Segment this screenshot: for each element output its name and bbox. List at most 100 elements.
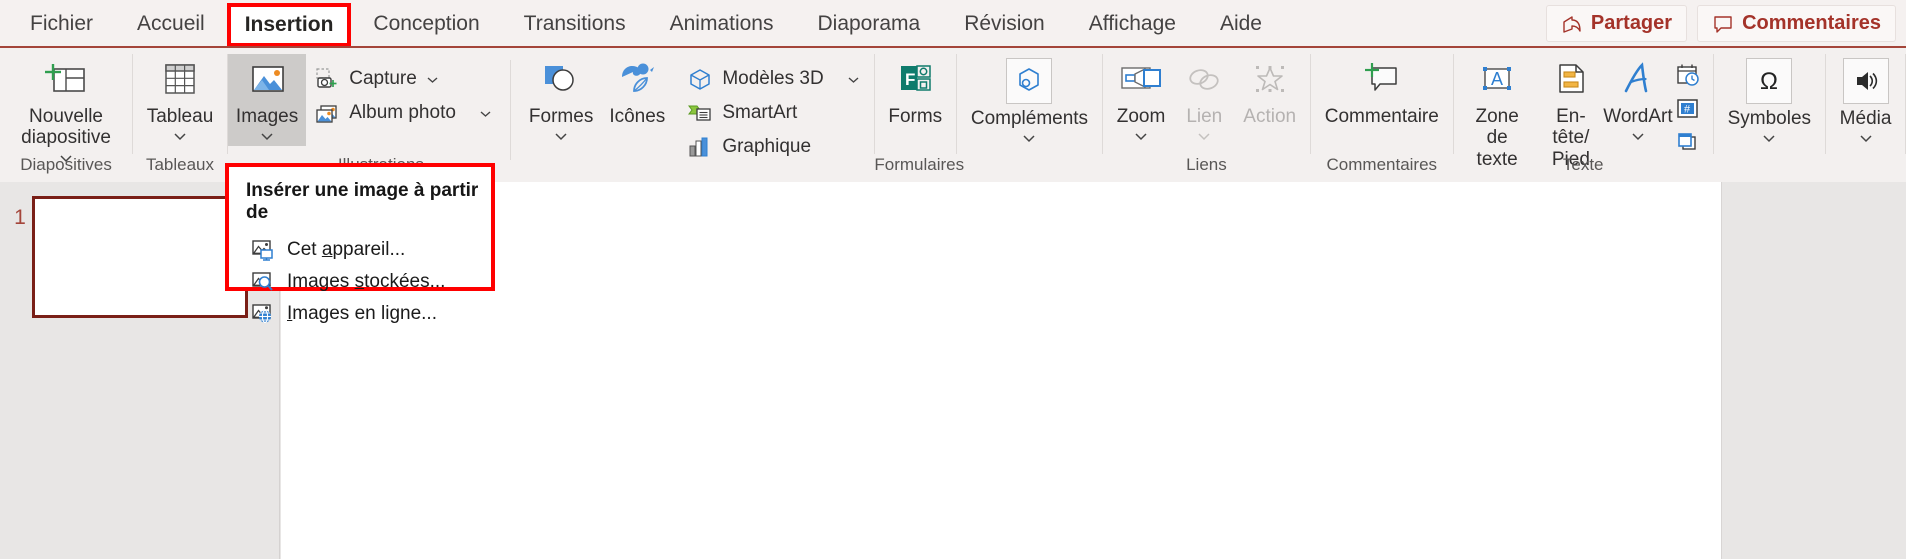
- svg-text:F: F: [905, 70, 915, 89]
- photo-album-label: Album photo: [349, 102, 456, 123]
- picture-online-icon: [251, 303, 275, 325]
- tab-insertion[interactable]: Insertion: [226, 3, 352, 47]
- group-label-commentaires: Commentaires: [1326, 155, 1438, 174]
- new-comment-label: Commentaire: [1324, 106, 1439, 127]
- menu-item-cet-appareil[interactable]: Cet appareil...: [229, 234, 491, 266]
- screenshot-label: Capture: [349, 68, 417, 89]
- comments-button[interactable]: Commentaires: [1697, 5, 1896, 42]
- slide-thumbnail-item[interactable]: 1: [8, 196, 248, 318]
- new-slide-icon: [44, 58, 88, 102]
- icons-button[interactable]: Icônes: [601, 54, 673, 127]
- 3d-model-button[interactable]: Modèles 3D: [679, 62, 867, 96]
- new-slide-button[interactable]: Nouvelle diapositive: [6, 54, 126, 168]
- ribbon-tabs: Fichier Accueil Insertion Conception Tra…: [0, 0, 1284, 48]
- new-comment-button[interactable]: Commentaire: [1317, 54, 1447, 127]
- photo-album-icon: [314, 101, 340, 125]
- tab-affichage[interactable]: Affichage: [1067, 0, 1198, 48]
- slide-editor-canvas[interactable]: [281, 182, 1722, 559]
- text-box-icon: A: [1475, 58, 1519, 102]
- chevron-down-icon[interactable]: [1762, 130, 1776, 148]
- tab-aide[interactable]: Aide: [1198, 0, 1284, 48]
- ribbon-group-texte: A Zone de texte En-tête/ Pied WordArt # …: [1453, 48, 1712, 180]
- date-time-icon: [1675, 63, 1701, 87]
- pictures-label: Images: [235, 106, 299, 127]
- tab-fichier[interactable]: Fichier: [8, 0, 115, 48]
- media-button[interactable]: Média: [1832, 54, 1900, 148]
- link-icon: [1182, 58, 1226, 102]
- tab-accueil[interactable]: Accueil: [115, 0, 227, 48]
- screenshot-button[interactable]: Capture: [306, 62, 500, 96]
- menu-item-label: Images stockées...: [287, 271, 446, 292]
- chevron-down-icon[interactable]: [1022, 130, 1036, 148]
- menu-item-images-en-ligne[interactable]: Images en ligne...: [229, 298, 491, 330]
- chevron-down-icon[interactable]: [554, 128, 568, 146]
- smartart-button[interactable]: SmartArt: [679, 96, 867, 130]
- chevron-down-icon[interactable]: [260, 128, 274, 146]
- chevron-down-icon[interactable]: [1859, 130, 1873, 148]
- header-footer-button[interactable]: En-tête/ Pied: [1535, 54, 1607, 170]
- ribbon-group-illustrations: Images Capture Album photo Formes Icônes…: [227, 48, 874, 180]
- date-time-button[interactable]: [1669, 60, 1707, 90]
- menu-item-images-stockees[interactable]: Images stockées...: [229, 266, 491, 298]
- forms-icon: F: [893, 58, 937, 102]
- addins-button[interactable]: Compléments: [963, 54, 1096, 148]
- addins-icon: [1006, 58, 1053, 104]
- zoom-icon: [1117, 58, 1165, 102]
- slide-number-button[interactable]: #: [1669, 94, 1707, 124]
- forms-label: Forms: [888, 106, 943, 127]
- share-button[interactable]: Partager: [1545, 5, 1688, 42]
- forms-button[interactable]: F Forms: [880, 54, 950, 127]
- svg-text:Ω: Ω: [1760, 68, 1778, 95]
- addins-label: Compléments: [970, 108, 1089, 129]
- photo-album-button[interactable]: Album photo: [306, 96, 500, 130]
- chevron-down-icon[interactable]: [479, 102, 492, 124]
- slide-thumbnail-1[interactable]: [32, 196, 248, 318]
- symbols-button[interactable]: Ω Symboles: [1720, 54, 1819, 148]
- chart-label: Graphique: [722, 136, 812, 157]
- group-label-formulaires: Formulaires: [874, 155, 965, 174]
- tab-bar-actions: Partager Commentaires: [1545, 5, 1896, 42]
- tab-revision[interactable]: Révision: [942, 0, 1067, 48]
- screenshot-icon: [314, 67, 340, 91]
- chart-button[interactable]: Graphique: [679, 130, 867, 164]
- shapes-button[interactable]: Formes: [521, 54, 601, 146]
- chevron-down-icon[interactable]: [173, 128, 187, 146]
- omega-icon: Ω: [1746, 58, 1793, 104]
- link-label: Lien: [1186, 106, 1223, 127]
- chevron-down-icon: [1197, 128, 1211, 146]
- zoom-button[interactable]: Zoom: [1109, 54, 1174, 146]
- group-label-liens: Liens: [1186, 155, 1227, 174]
- right-pane: [1722, 182, 1906, 559]
- chevron-down-icon[interactable]: [1631, 128, 1645, 146]
- tab-diaporama[interactable]: Diaporama: [795, 0, 942, 48]
- group-label-diapositives: Diapositives: [20, 155, 112, 174]
- illustrations-small-column-2: Modèles 3D SmartArt Graphique: [679, 54, 867, 164]
- ribbon-group-commentaires: Commentaire Commentaires: [1311, 48, 1453, 180]
- text-box-button[interactable]: A Zone de texte: [1459, 54, 1534, 170]
- object-button[interactable]: [1669, 128, 1707, 158]
- tab-transitions[interactable]: Transitions: [502, 0, 648, 48]
- ribbon-group-liens: Zoom Lien Action Liens: [1103, 48, 1310, 180]
- table-button[interactable]: Tableau: [139, 54, 222, 146]
- chevron-down-icon[interactable]: [426, 68, 439, 90]
- chevron-down-icon[interactable]: [847, 68, 860, 90]
- action-button: Action: [1235, 54, 1304, 127]
- chevron-down-icon[interactable]: [1134, 128, 1148, 146]
- insert-picture-dropdown-menu: Insérer une image à partir de Cet appare…: [225, 163, 495, 324]
- media-label: Média: [1839, 108, 1892, 129]
- action-icon: [1248, 58, 1292, 102]
- wordart-label: WordArt: [1603, 106, 1673, 127]
- tab-conception[interactable]: Conception: [351, 0, 501, 48]
- wordart-button[interactable]: WordArt: [1603, 54, 1673, 146]
- icons-icon: [614, 58, 660, 102]
- table-label: Tableau: [146, 106, 214, 127]
- symbols-label: Symboles: [1727, 108, 1812, 129]
- picture-device-icon: [251, 239, 275, 261]
- smartart-label: SmartArt: [722, 102, 798, 123]
- svg-text:#: #: [1684, 104, 1691, 116]
- pictures-button[interactable]: Images: [227, 54, 307, 147]
- ribbon-tab-bar: Fichier Accueil Insertion Conception Tra…: [0, 0, 1906, 48]
- tab-animations[interactable]: Animations: [648, 0, 796, 48]
- table-icon: [158, 58, 202, 102]
- ribbon: Nouvelle diapositive Diapositives Tablea…: [0, 48, 1906, 209]
